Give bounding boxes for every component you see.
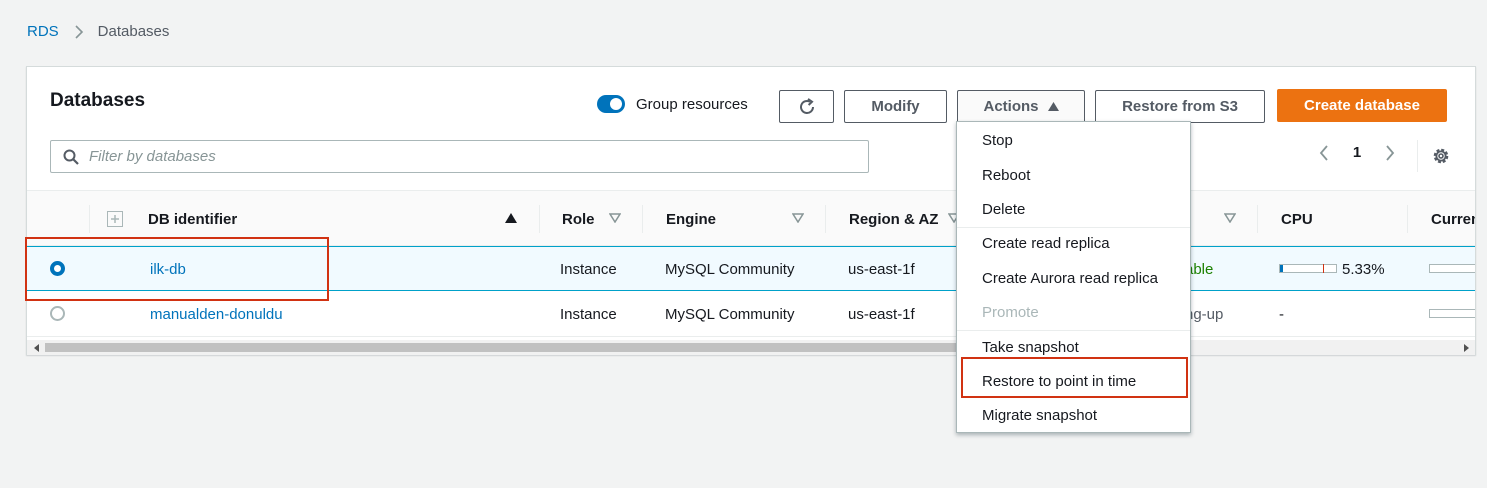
current-activity-bar	[1429, 264, 1475, 273]
chevron-right-icon	[75, 24, 84, 39]
cpu-value: -	[1279, 305, 1284, 323]
pagination-divider	[1417, 140, 1418, 172]
refresh-icon	[797, 97, 817, 117]
breadcrumb-current: Databases	[97, 23, 170, 40]
column-divider	[825, 205, 826, 233]
menu-item-promote: Promote	[982, 303, 1039, 321]
current-activity-bar	[1429, 309, 1475, 318]
column-header-cpu[interactable]: CPU	[1281, 191, 1313, 247]
breadcrumb-rds-link[interactable]: RDS	[27, 23, 59, 40]
actions-dropdown-menu: Stop Reboot Delete Create read replica C…	[956, 121, 1191, 433]
column-header-region-az[interactable]: Region & AZ	[849, 191, 938, 247]
role-cell: Instance	[560, 260, 617, 278]
db-identifier-link[interactable]: ilk-db	[150, 247, 186, 291]
group-resources-toggle[interactable]: Group resources	[597, 95, 748, 113]
cpu-utilization-fill	[1280, 265, 1283, 272]
column-header-engine[interactable]: Engine	[666, 191, 716, 247]
actions-label: Actions	[983, 98, 1039, 115]
menu-item-reboot[interactable]: Reboot	[958, 158, 1190, 192]
region-cell: us-east-1f	[848, 305, 915, 323]
page-title: Databases	[50, 90, 146, 111]
column-header-role[interactable]: Role	[562, 191, 595, 247]
expand-all-icon[interactable]	[107, 211, 123, 227]
horizontal-scrollbar[interactable]	[27, 340, 1475, 355]
scroll-left-icon[interactable]	[29, 340, 44, 355]
cpu-value: 5.33%	[1342, 260, 1385, 278]
column-header-db-identifier[interactable]: DB identifier	[148, 191, 237, 247]
pagination: 1	[1312, 144, 1402, 161]
menu-item-take-snapshot[interactable]: Take snapshot	[958, 330, 1190, 364]
menu-item-create-aurora-read-replica[interactable]: Create Aurora read replica	[958, 261, 1190, 295]
scroll-right-icon[interactable]	[1458, 340, 1473, 355]
column-header-current[interactable]: Curren	[1431, 191, 1475, 247]
table-header: DB identifier Role Engine Region & AZ CP…	[27, 190, 1475, 246]
previous-page-icon[interactable]	[1312, 144, 1336, 161]
db-identifier-link[interactable]: manualden-donuldu	[150, 292, 283, 336]
row-radio-button[interactable]	[50, 261, 65, 276]
toggle-knob	[610, 98, 622, 110]
toggle-switch[interactable]	[597, 95, 625, 113]
gear-icon[interactable]	[1431, 146, 1451, 166]
caret-up-icon	[1047, 102, 1059, 111]
column-divider	[642, 205, 643, 233]
search-icon	[63, 149, 79, 165]
scrollbar-thumb[interactable]	[45, 343, 965, 352]
filter-field[interactable]	[50, 140, 869, 173]
breadcrumb: RDS Databases	[27, 23, 169, 40]
restore-from-s3-button[interactable]: Restore from S3	[1095, 90, 1265, 123]
column-divider	[1407, 205, 1408, 233]
group-resources-label: Group resources	[636, 95, 748, 113]
sort-icon[interactable]	[1224, 213, 1236, 223]
engine-cell: MySQL Community	[665, 260, 795, 278]
menu-item-create-read-replica[interactable]: Create read replica	[958, 226, 1190, 260]
cpu-threshold-marker	[1323, 264, 1324, 273]
column-divider	[539, 205, 540, 233]
cpu-utilization-bar	[1279, 264, 1337, 273]
sort-icon[interactable]	[609, 213, 621, 223]
role-cell: Instance	[560, 305, 617, 323]
databases-panel: Databases Group resources Modify Actions…	[26, 66, 1476, 355]
menu-item-migrate-snapshot[interactable]: Migrate snapshot	[958, 398, 1190, 432]
refresh-button[interactable]	[779, 90, 834, 123]
actions-button[interactable]: Actions	[957, 90, 1085, 123]
engine-cell: MySQL Community	[665, 305, 795, 323]
modify-button[interactable]: Modify	[844, 90, 947, 123]
menu-item-stop[interactable]: Stop	[958, 123, 1190, 157]
current-page-number[interactable]: 1	[1336, 144, 1378, 161]
menu-item-restore-to-point-in-time[interactable]: Restore to point in time	[958, 364, 1190, 398]
table-row[interactable]: ilk-db Instance MySQL Community us-east-…	[27, 246, 1475, 291]
menu-item-delete[interactable]: Delete	[958, 192, 1190, 226]
next-page-icon[interactable]	[1378, 144, 1402, 161]
sort-ascending-icon[interactable]	[505, 213, 517, 223]
column-divider	[89, 205, 90, 233]
column-divider	[1257, 205, 1258, 233]
region-cell: us-east-1f	[848, 260, 915, 278]
table-row[interactable]: manualden-donuldu Instance MySQL Communi…	[27, 292, 1475, 337]
databases-table: DB identifier Role Engine Region & AZ CP…	[27, 190, 1475, 342]
row-radio-button[interactable]	[50, 306, 65, 321]
sort-icon[interactable]	[792, 213, 804, 223]
create-database-button[interactable]: Create database	[1277, 89, 1447, 122]
filter-input[interactable]	[87, 147, 827, 166]
